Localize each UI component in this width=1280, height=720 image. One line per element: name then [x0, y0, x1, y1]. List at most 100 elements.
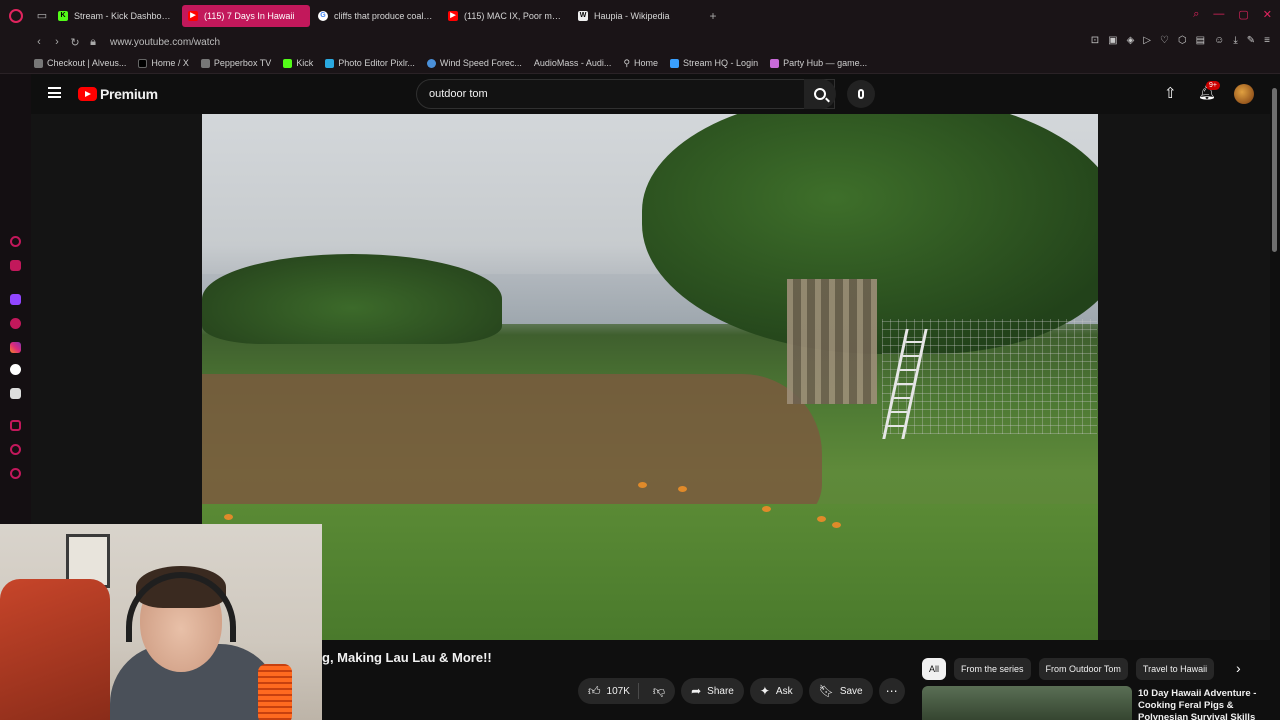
- webcam-microphone: [258, 664, 292, 720]
- share-icon: ➦: [691, 684, 702, 698]
- voice-search-button[interactable]: [847, 80, 875, 108]
- bookmark-item[interactable]: AudioMass - Audi...: [534, 58, 612, 68]
- bookmark-item[interactable]: Stream HQ - Login: [670, 58, 758, 68]
- tab-label: cliffs that produce coal nat: [334, 10, 434, 21]
- avatar[interactable]: [1234, 84, 1254, 104]
- video-fruit: [762, 506, 771, 512]
- close-window-icon[interactable]: ✕: [1263, 8, 1272, 21]
- window-controls: ⌕ — ▢ ✕: [1193, 8, 1272, 21]
- instagram-icon[interactable]: [10, 342, 21, 353]
- heart-icon[interactable]: ♡: [1160, 35, 1169, 46]
- tab-label: (115) MAC IX, Poor man's h: [464, 10, 564, 21]
- search-input[interactable]: outdoor tom ✕: [416, 79, 835, 109]
- new-tab-button[interactable]: +: [702, 9, 724, 23]
- twitch-icon[interactable]: [10, 294, 21, 305]
- download-icon[interactable]: ⤓: [1233, 35, 1237, 46]
- video-grass: [202, 504, 1098, 640]
- bookmark-label: Pepperbox TV: [213, 58, 272, 68]
- recommendation-thumbnail[interactable]: [922, 686, 1132, 720]
- bookmark-item[interactable]: Kick: [283, 58, 313, 68]
- bookmark-item[interactable]: Party Hub — game...: [770, 58, 867, 68]
- dislike-button[interactable]: 👎︎: [645, 684, 675, 699]
- profile-icon[interactable]: ☺: [1214, 35, 1224, 46]
- menu-icon[interactable]: ≡: [1264, 35, 1270, 46]
- browser-tab-active[interactable]: ▶ (115) 7 Days In Hawaii: [182, 4, 310, 27]
- like-button[interactable]: 👍︎ 107K: [578, 683, 639, 699]
- back-icon[interactable]: ‹: [30, 36, 48, 48]
- ask-button[interactable]: ✦ Ask: [749, 678, 803, 704]
- bookmark-item[interactable]: Pepperbox TV: [200, 58, 272, 68]
- address-bar: ‹ › ↻ 🔒︎ www.youtube.com/watch ⊡ ▣ ◈ ▷ ♡…: [0, 31, 1280, 53]
- share-label: Share: [707, 685, 734, 697]
- lock-icon: 🔒︎: [90, 35, 96, 48]
- bookmark-item[interactable]: Wind Speed Forec...: [426, 58, 522, 68]
- browser-tab[interactable]: ▶ (115) MAC IX, Poor man's h: [442, 5, 570, 27]
- sidebar-app-icon[interactable]: [10, 260, 21, 271]
- bookmark-icon[interactable]: ⊡: [1091, 35, 1099, 46]
- tiktok-icon[interactable]: [10, 364, 21, 375]
- webcam-overlay: [0, 524, 322, 720]
- youtube-favicon-icon: ▶: [448, 10, 458, 21]
- bookmark-favicon-icon: [770, 58, 780, 68]
- page-scrollbar[interactable]: [1270, 74, 1280, 720]
- microphone-icon: [858, 89, 864, 99]
- youtube-logo[interactable]: Premium: [78, 86, 158, 102]
- browser-tab[interactable]: W Haupia - Wikipedia: [572, 5, 700, 27]
- video-fence: [787, 279, 877, 404]
- sidebar-app-icon[interactable]: [10, 420, 21, 431]
- extensions-icon[interactable]: ⬡: [1178, 35, 1187, 46]
- history-icon[interactable]: [10, 444, 21, 455]
- hamburger-menu-icon[interactable]: [48, 87, 61, 98]
- shield-icon[interactable]: ◈: [1127, 35, 1135, 46]
- video-fruit: [638, 482, 647, 488]
- snapshot-icon[interactable]: ▣: [1108, 35, 1117, 46]
- reload-icon[interactable]: ↻: [66, 36, 84, 49]
- chip-all[interactable]: All: [922, 658, 947, 680]
- browser-tab[interactable]: G cliffs that produce coal nat: [312, 5, 440, 27]
- video-player[interactable]: [202, 114, 1098, 640]
- minimize-icon[interactable]: —: [1213, 8, 1224, 21]
- bookmark-item[interactable]: Checkout | Alveus...: [34, 58, 126, 68]
- search-query: outdoor tom: [429, 88, 488, 100]
- settings-icon[interactable]: [10, 468, 21, 479]
- wallet-icon[interactable]: ▤: [1196, 35, 1205, 46]
- browser-tab[interactable]: K Stream - Kick Dashboard: [52, 5, 180, 27]
- wind-favicon-icon: [426, 58, 436, 68]
- like-dislike-group: 👍︎ 107K 👎︎: [578, 678, 676, 704]
- player-icon[interactable]: ▷: [1143, 35, 1151, 46]
- chevron-right-icon[interactable]: ›: [1236, 660, 1241, 676]
- maximize-icon[interactable]: ▢: [1238, 8, 1248, 21]
- bookmark-item[interactable]: ⚲ Home: [623, 58, 658, 69]
- forward-icon[interactable]: ›: [48, 36, 66, 48]
- bookmark-label: Home / X: [151, 58, 189, 68]
- browser-logo-icon[interactable]: [0, 0, 32, 31]
- bookmark-label: Stream HQ - Login: [683, 58, 759, 68]
- sidebar-app-icon[interactable]: [10, 318, 21, 329]
- ai-icon[interactable]: ✎: [1247, 35, 1255, 46]
- search-tabs-icon[interactable]: ⌕: [1193, 8, 1199, 21]
- bookmark-item[interactable]: Home / X: [138, 58, 189, 68]
- x-icon[interactable]: [10, 388, 21, 399]
- chip-from-series[interactable]: From the series: [954, 658, 1031, 680]
- share-button[interactable]: ➦ Share: [681, 678, 744, 704]
- more-actions-icon[interactable]: ⋯: [878, 678, 905, 704]
- upload-icon[interactable]: ⇧: [1164, 84, 1177, 102]
- search-button[interactable]: [804, 79, 836, 109]
- url-field[interactable]: www.youtube.com/watch: [110, 37, 220, 48]
- bookmark-label: Kick: [296, 58, 314, 68]
- bookmark-save-icon: 🔖︎: [818, 684, 834, 698]
- recommendation-title[interactable]: 10 Day Hawaii Adventure - Cooking Feral …: [1138, 688, 1268, 720]
- bookmarks-bar: Checkout | Alveus... Home / X Pepperbox …: [0, 53, 1280, 74]
- search-icon: [814, 88, 826, 100]
- video-dirt: [202, 374, 822, 524]
- thumbs-down-icon: 👎︎: [652, 683, 666, 698]
- chip-travel-to-hawaii[interactable]: Travel to Hawaii: [1135, 658, 1215, 680]
- bookmark-item[interactable]: Photo Editor Pixlr...: [325, 58, 415, 68]
- sidebar-app-icon[interactable]: [10, 236, 21, 247]
- tab-overview-icon[interactable]: ▭: [32, 0, 52, 31]
- scrollbar-thumb[interactable]: [1272, 88, 1277, 252]
- google-favicon-icon: G: [318, 10, 328, 21]
- save-button[interactable]: 🔖︎ Save: [808, 678, 873, 704]
- youtube-play-icon: [78, 87, 97, 101]
- chip-from-outdoor-tom[interactable]: From Outdoor Tom: [1038, 658, 1128, 680]
